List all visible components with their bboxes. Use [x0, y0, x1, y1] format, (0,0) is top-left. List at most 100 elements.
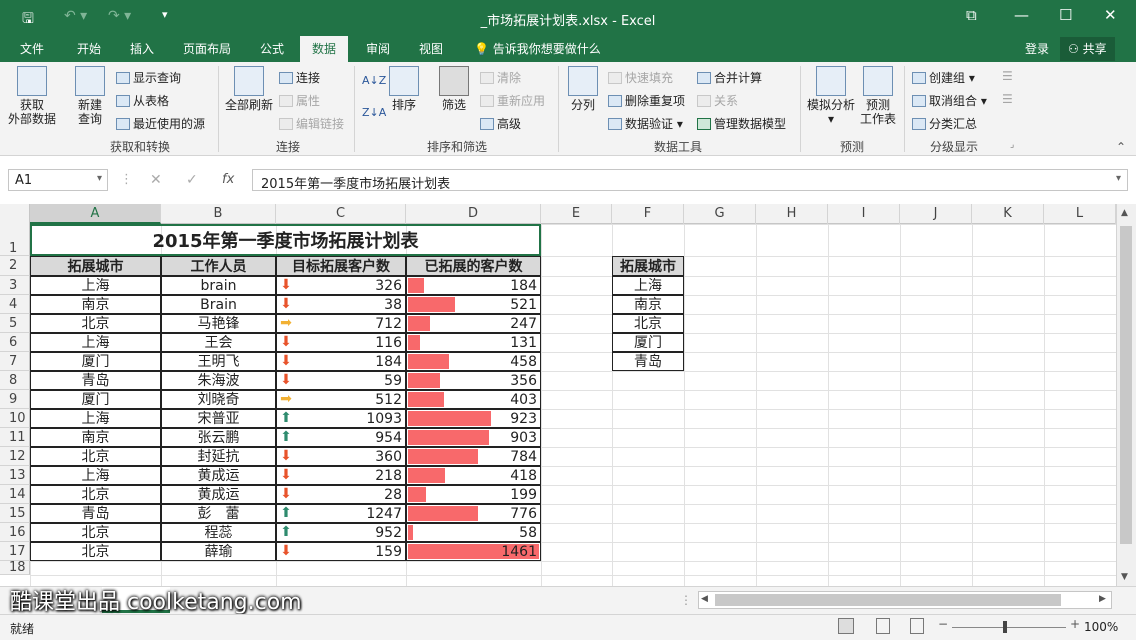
city-cell[interactable]: 北京	[30, 523, 161, 542]
scroll-down-icon[interactable]: ▼	[1121, 572, 1128, 582]
person-cell[interactable]: 黄成运	[161, 485, 276, 504]
city-cell[interactable]: 南京	[30, 295, 161, 314]
relationships-button[interactable]: 关系	[697, 92, 738, 109]
done-cell[interactable]: 1461	[406, 542, 541, 561]
city-cell[interactable]: 北京	[30, 314, 161, 333]
column-header[interactable]: G	[684, 204, 756, 224]
target-cell[interactable]: 326	[276, 276, 406, 295]
reapply-button[interactable]: 重新应用	[480, 92, 545, 109]
column-header[interactable]: K	[972, 204, 1044, 224]
person-cell[interactable]: brain	[161, 276, 276, 295]
target-cell[interactable]: 159	[276, 542, 406, 561]
subtotal-button[interactable]: 分类汇总	[912, 115, 977, 132]
flash-fill-button[interactable]: 快速填充	[608, 69, 673, 86]
data-validation-button[interactable]: 数据验证 ▾	[608, 115, 683, 132]
tab-file[interactable]: 文件	[20, 40, 44, 57]
city-list-item[interactable]: 青岛	[612, 352, 684, 371]
row-header[interactable]: 5	[0, 314, 30, 333]
person-cell[interactable]: 封延抗	[161, 447, 276, 466]
row-header[interactable]: 3	[0, 276, 30, 295]
tab-view[interactable]: 视图	[419, 40, 443, 57]
column-header[interactable]: E	[541, 204, 612, 224]
scroll-thumb[interactable]	[1120, 226, 1132, 544]
row-header[interactable]: 11	[0, 428, 30, 447]
scroll-left-icon[interactable]: ◀	[701, 594, 708, 604]
tab-home[interactable]: 开始	[77, 40, 101, 57]
city-cell[interactable]: 南京	[30, 428, 161, 447]
collapse-ribbon-icon[interactable]: ⌃	[1116, 140, 1126, 154]
city-cell[interactable]: 北京	[30, 542, 161, 561]
group-button[interactable]: 创建组 ▾	[912, 69, 975, 86]
target-cell[interactable]: 218	[276, 466, 406, 485]
tell-me-box[interactable]: 💡 告诉我你想要做什么	[474, 40, 601, 57]
person-cell[interactable]: 薛瑜	[161, 542, 276, 561]
ribbon-display-icon[interactable]: ⧉	[966, 6, 977, 24]
target-cell[interactable]: 38	[276, 295, 406, 314]
forecast-sheet-button[interactable]: 预测 工作表	[858, 66, 898, 126]
done-cell[interactable]: 356	[406, 371, 541, 390]
city-list-item[interactable]: 南京	[612, 295, 684, 314]
person-cell[interactable]: 王会	[161, 333, 276, 352]
city-list-item[interactable]: 厦门	[612, 333, 684, 352]
page-layout-view-icon[interactable]	[876, 618, 890, 634]
scroll-thumb[interactable]	[715, 594, 1061, 606]
tab-data[interactable]: 数据	[300, 36, 349, 62]
zoom-level[interactable]: 100%	[1084, 620, 1118, 634]
done-cell[interactable]: 58	[406, 523, 541, 542]
recent-sources-button[interactable]: 最近使用的源	[116, 115, 205, 132]
ungroup-button[interactable]: 取消组合 ▾	[912, 92, 987, 109]
target-cell[interactable]: 1247	[276, 504, 406, 523]
target-cell[interactable]: 952	[276, 523, 406, 542]
row-header[interactable]: 18	[0, 561, 30, 575]
cancel-icon[interactable]: ✕	[150, 172, 162, 188]
column-header[interactable]: D	[406, 204, 541, 224]
advanced-button[interactable]: 高级	[480, 115, 521, 132]
row-header[interactable]: 6	[0, 333, 30, 352]
table-header[interactable]: 已拓展的客户数	[406, 256, 541, 276]
done-cell[interactable]: 403	[406, 390, 541, 409]
city-cell[interactable]: 上海	[30, 409, 161, 428]
column-header[interactable]: F	[612, 204, 684, 224]
zoom-out-icon[interactable]: −	[938, 617, 948, 631]
target-cell[interactable]: 954	[276, 428, 406, 447]
new-query-button[interactable]: 新建 查询	[66, 66, 114, 126]
table-title[interactable]: 2015年第一季度市场拓展计划表	[30, 224, 541, 256]
column-header[interactable]: I	[828, 204, 900, 224]
scroll-up-icon[interactable]: ▲	[1121, 208, 1128, 218]
maximize-icon[interactable]: ☐	[1059, 6, 1072, 24]
consolidate-button[interactable]: 合并计算	[697, 69, 762, 86]
refresh-all-button[interactable]: 全部刷新	[222, 66, 276, 112]
column-header[interactable]: H	[756, 204, 828, 224]
what-if-button[interactable]: 模拟分析 ▾	[804, 66, 858, 126]
city-cell[interactable]: 上海	[30, 466, 161, 485]
row-header[interactable]: 2	[0, 256, 30, 276]
city-list-header[interactable]: 拓展城市	[612, 256, 684, 276]
city-cell[interactable]: 厦门	[30, 390, 161, 409]
column-header[interactable]: C	[276, 204, 406, 224]
target-cell[interactable]: 712	[276, 314, 406, 333]
person-cell[interactable]: 黄成运	[161, 466, 276, 485]
sort-asc-icon[interactable]: A↓Z	[362, 74, 386, 87]
zoom-slider-thumb[interactable]	[1003, 621, 1007, 633]
person-cell[interactable]: 程蕊	[161, 523, 276, 542]
tab-formulas[interactable]: 公式	[260, 40, 284, 57]
row-header[interactable]: 10	[0, 409, 30, 428]
filter-button[interactable]: 筛选	[436, 66, 472, 112]
from-table-button[interactable]: 从表格	[116, 92, 169, 109]
page-break-view-icon[interactable]	[910, 618, 924, 634]
row-header[interactable]: 8	[0, 371, 30, 390]
name-box[interactable]: A1 ▾	[8, 169, 108, 191]
done-cell[interactable]: 521	[406, 295, 541, 314]
target-cell[interactable]: 59	[276, 371, 406, 390]
text-to-columns-button[interactable]: 分列	[564, 66, 602, 112]
city-cell[interactable]: 北京	[30, 447, 161, 466]
properties-button[interactable]: 属性	[279, 92, 320, 109]
person-cell[interactable]: 刘晓奇	[161, 390, 276, 409]
done-cell[interactable]: 418	[406, 466, 541, 485]
edit-links-button[interactable]: 编辑链接	[279, 115, 344, 132]
close-icon[interactable]: ✕	[1104, 6, 1117, 24]
row-header[interactable]: 17	[0, 542, 30, 561]
person-cell[interactable]: 王明飞	[161, 352, 276, 371]
column-header[interactable]: J	[900, 204, 972, 224]
normal-view-icon[interactable]	[838, 618, 854, 634]
